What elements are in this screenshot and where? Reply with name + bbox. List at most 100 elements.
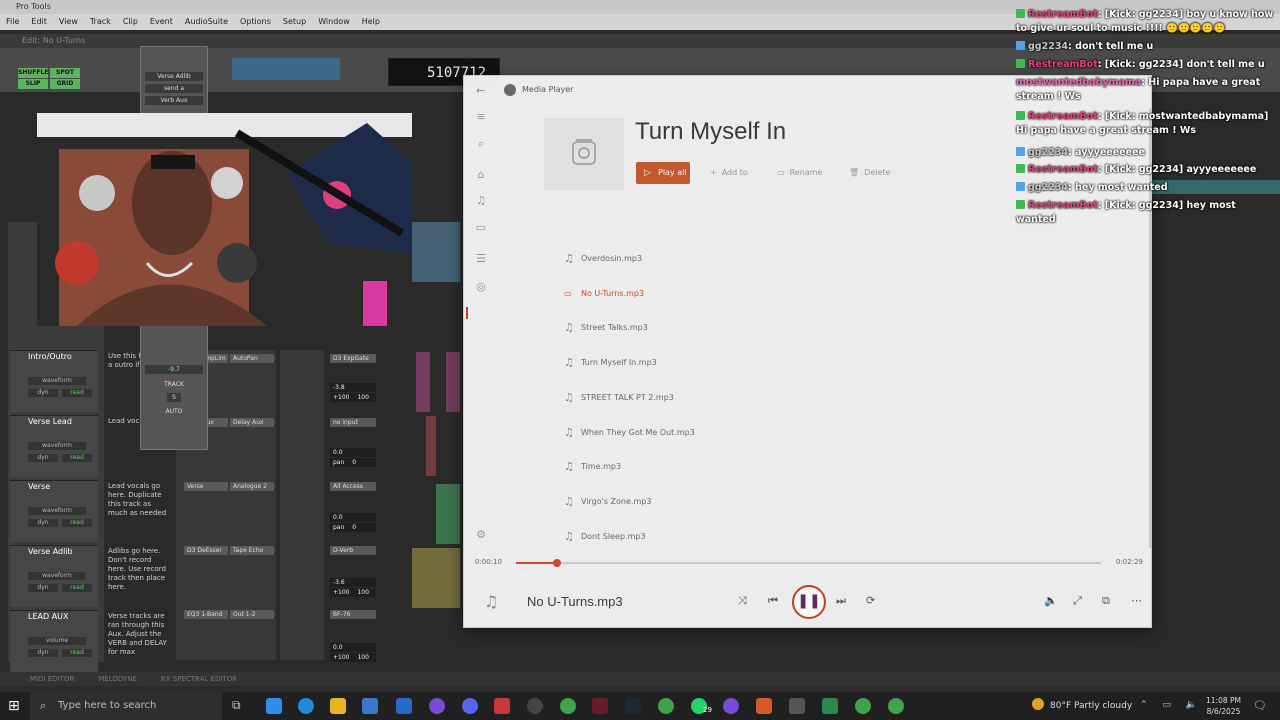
track-dyn-selector[interactable]: dyn	[28, 519, 58, 527]
track-read-selector[interactable]: read	[62, 584, 92, 592]
send-name[interactable]: send a	[145, 84, 203, 93]
rename-button[interactable]: ▭ Rename	[777, 168, 822, 177]
previous-track-icon[interactable]: ⏮	[768, 594, 778, 608]
plugin-insert[interactable]: Verse	[184, 482, 228, 491]
track-name[interactable]: Verse Adlib	[10, 546, 98, 556]
music-library-icon[interactable]: ♫	[474, 194, 488, 208]
taskbar-search-box[interactable]: ⌕ Type here to search	[30, 692, 222, 720]
menu-item[interactable]: Help	[362, 14, 380, 30]
track-volume[interactable]: 0.0	[330, 643, 376, 652]
hamburger-menu-icon[interactable]: ≡	[474, 110, 488, 124]
track-pan-right[interactable]: 100	[357, 589, 368, 596]
microsoft-store-icon[interactable]	[362, 698, 378, 714]
plugin-insert[interactable]: D-Verb	[330, 546, 376, 555]
copilot-icon[interactable]	[266, 698, 282, 714]
track-dyn-selector[interactable]: dyn	[28, 389, 58, 397]
back-arrow-icon[interactable]: ←	[476, 84, 485, 97]
track-read-selector[interactable]: read	[62, 649, 92, 657]
track-view-selector[interactable]: waveform	[28, 507, 86, 515]
windows-start-icon[interactable]: ⊞	[8, 698, 24, 714]
playlist-track-row[interactable]: ♫ When They Got Me Out.mp3	[548, 418, 1104, 448]
playlist-icon[interactable]: ◎	[474, 280, 488, 294]
track-volume[interactable]: 0.0	[330, 448, 376, 457]
playlist-track-row[interactable]: ♫ Street Talks.mp3	[548, 313, 1104, 343]
plugin-insert[interactable]: All Access	[330, 482, 376, 491]
add-to-button[interactable]: + Add to	[710, 168, 748, 177]
slip-mode-button[interactable]: SLIP	[18, 79, 48, 89]
plugin-insert[interactable]: AutoPan	[230, 354, 274, 363]
track-header[interactable]: Verse waveform dyn read	[10, 480, 98, 542]
system-tray-icons[interactable]: ⌃ ▭ 🔈	[1140, 700, 1203, 710]
menu-item[interactable]: Clip	[123, 14, 138, 30]
menu-item[interactable]: View	[59, 14, 78, 30]
more-options-icon[interactable]: ⋯	[1131, 594, 1142, 607]
audio-clip[interactable]	[416, 352, 430, 412]
track-header[interactable]: Verse Adlib waveform dyn read	[10, 545, 98, 607]
track-header[interactable]: LEAD AUX volume dyn read	[10, 610, 98, 672]
track-view-selector[interactable]: waveform	[28, 377, 86, 385]
track-header[interactable]: Verse Lead waveform dyn read	[10, 415, 98, 477]
next-track-icon[interactable]: ⏭	[836, 594, 846, 608]
track-pan-left[interactable]: pan	[333, 524, 344, 531]
task-view-icon[interactable]: ⧉	[232, 698, 248, 714]
search-icon[interactable]: ⌕	[474, 137, 488, 151]
taskbar-clock[interactable]: 11:08 PM 8/6/2025	[1206, 695, 1241, 717]
audio-clip[interactable]	[436, 484, 460, 544]
outlook-icon[interactable]	[396, 698, 412, 714]
track-volume[interactable]: -3.6	[330, 578, 376, 587]
plugin-insert[interactable]: D3 ExpGate	[330, 354, 376, 363]
weather-widget[interactable]: 80°F Partly cloudy	[1032, 692, 1132, 720]
track-pan[interactable]: pan 0	[330, 523, 376, 532]
audio-clip[interactable]	[412, 222, 460, 282]
spot-mode-button[interactable]: SPOT	[50, 68, 80, 78]
app-icon[interactable]	[723, 698, 739, 714]
track-name[interactable]: Intro/Outro	[10, 351, 98, 361]
plugin-insert[interactable]: Out 1-2	[230, 610, 274, 619]
plugin-insert[interactable]: no input	[330, 418, 376, 427]
steam-icon[interactable]	[625, 698, 641, 714]
track-pan-left[interactable]: +100	[333, 589, 349, 596]
shuffle-mode-button[interactable]: SHUFFLE	[18, 68, 48, 78]
audio-clip[interactable]	[446, 352, 460, 412]
playlist-track-row[interactable]: ♫ Time.mp3	[548, 452, 1104, 482]
track-volume[interactable]: 0.0	[330, 513, 376, 522]
audio-clip[interactable]	[426, 416, 436, 476]
media-player-taskbar-icon[interactable]	[527, 698, 543, 714]
menu-item[interactable]: Track	[90, 14, 111, 30]
send-bus[interactable]: Verb Aux	[145, 96, 203, 105]
notifications-icon[interactable]: 🗨	[1253, 699, 1267, 712]
audio-clip[interactable]	[412, 548, 460, 608]
app-icon[interactable]	[789, 698, 805, 714]
menu-item[interactable]: Setup	[283, 14, 306, 30]
seek-bar[interactable]	[516, 559, 1101, 567]
settings-gear-icon[interactable]: ⚙	[474, 528, 488, 542]
chrome-icon[interactable]	[658, 698, 674, 714]
track-dyn-selector[interactable]: dyn	[28, 649, 58, 657]
track-pan-right[interactable]: 0	[352, 524, 356, 531]
bottom-tab[interactable]: RX SPECTRAL EDITOR	[161, 672, 237, 686]
app-icon[interactable]	[429, 698, 445, 714]
video-library-icon[interactable]: ▭	[474, 221, 488, 235]
track-view-selector[interactable]: volume	[28, 637, 86, 645]
track-name[interactable]: Verse Lead	[10, 416, 98, 426]
track-dyn-selector[interactable]: dyn	[28, 584, 58, 592]
app-icon[interactable]	[494, 698, 510, 714]
volume-icon[interactable]: 🔈	[1044, 594, 1058, 607]
menu-item[interactable]: Event	[150, 14, 173, 30]
repeat-icon[interactable]: ⟳	[866, 594, 875, 607]
home-icon[interactable]: ⌂	[474, 168, 488, 182]
plugin-insert[interactable]: BF-76	[330, 610, 376, 619]
track-name[interactable]: LEAD AUX	[10, 611, 98, 621]
grid-mode-button[interactable]: GRID	[50, 79, 80, 89]
track-read-selector[interactable]: read	[62, 519, 92, 527]
track-read-selector[interactable]: read	[62, 454, 92, 462]
track-view-selector[interactable]: waveform	[28, 572, 86, 580]
playlist-track-row[interactable]: ♫ Virgo's Zone.mp3	[548, 487, 1104, 517]
track-pan-right[interactable]: 100	[357, 654, 368, 661]
discord-icon[interactable]	[462, 698, 478, 714]
plugin-insert[interactable]: EQ3 1-Band	[184, 610, 228, 619]
pro-tools-icon[interactable]	[592, 698, 608, 714]
menu-item[interactable]: AudioSuite	[185, 14, 228, 30]
send-solo-button[interactable]: S	[167, 393, 181, 402]
file-explorer-icon[interactable]	[330, 698, 346, 714]
